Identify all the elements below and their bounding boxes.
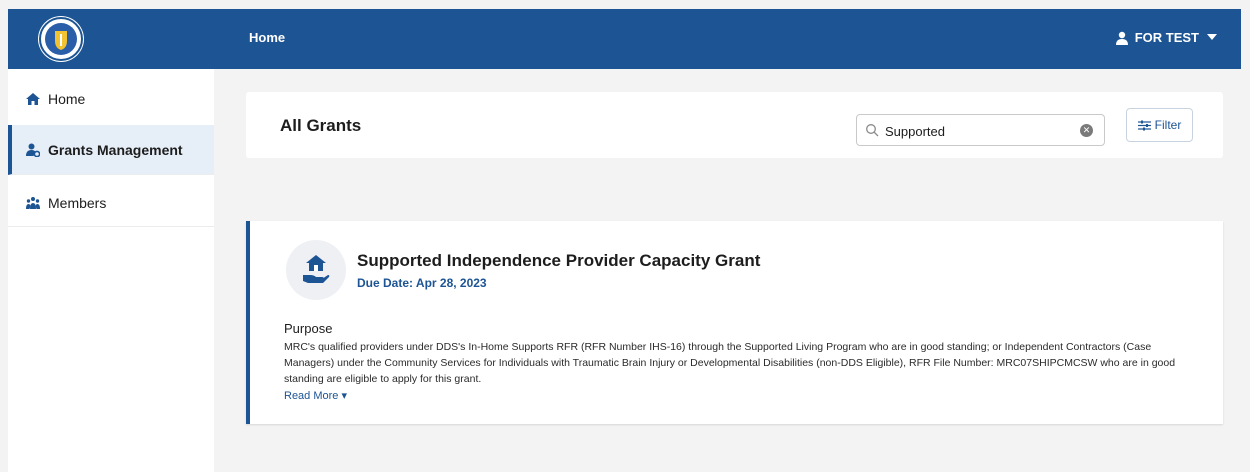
sidebar-item-label: Grants Management [48, 141, 183, 158]
grants-list-header: All Grants Supported ✕ Filter [246, 92, 1223, 158]
clear-search-icon[interactable]: ✕ [1080, 124, 1093, 137]
grant-due-date: Due Date: Apr 28, 2023 [357, 276, 487, 290]
grant-avatar [286, 240, 346, 300]
read-more-label: Read More [284, 390, 339, 402]
home-icon [26, 93, 40, 105]
filter-sliders-icon [1137, 120, 1151, 130]
sidebar-item-label: Members [48, 194, 107, 211]
massachusetts-seal-icon[interactable] [38, 16, 84, 62]
sidebar-item-home[interactable]: Home [8, 77, 214, 121]
grant-card[interactable]: Supported Independence Provider Capacity… [246, 221, 1223, 424]
user-name: FOR TEST [1134, 30, 1199, 45]
grant-title[interactable]: Supported Independence Provider Capacity… [357, 251, 760, 271]
search-input[interactable]: Supported ✕ [856, 114, 1105, 146]
top-nav-bar: Home FOR TEST [8, 9, 1241, 69]
user-icon [1115, 31, 1128, 45]
breadcrumb-home[interactable]: Home [249, 30, 285, 45]
house-in-hand-icon [303, 255, 330, 283]
chevron-down-icon: ▾ [341, 390, 348, 402]
sidebar-item-label: Home [48, 91, 86, 107]
filter-button[interactable]: Filter [1126, 108, 1193, 142]
user-menu[interactable]: FOR TEST [1115, 30, 1217, 45]
chevron-down-icon [1207, 34, 1217, 40]
sidebar-item-grants-management[interactable]: Grants Management [8, 125, 214, 175]
filter-label: Filter [1154, 118, 1182, 132]
page-title: All Grants [280, 116, 362, 135]
purpose-heading: Purpose [284, 321, 333, 336]
search-icon [866, 124, 879, 137]
search-value: Supported [885, 124, 945, 139]
read-more-link[interactable]: Read More ▾ [284, 389, 347, 402]
purpose-text: MRC's qualified providers under DDS's In… [284, 341, 1176, 385]
sidebar: Home Grants Management Members [8, 69, 214, 472]
user-gear-icon [26, 143, 40, 157]
sidebar-item-members[interactable]: Members [8, 179, 214, 227]
people-icon [26, 196, 40, 209]
